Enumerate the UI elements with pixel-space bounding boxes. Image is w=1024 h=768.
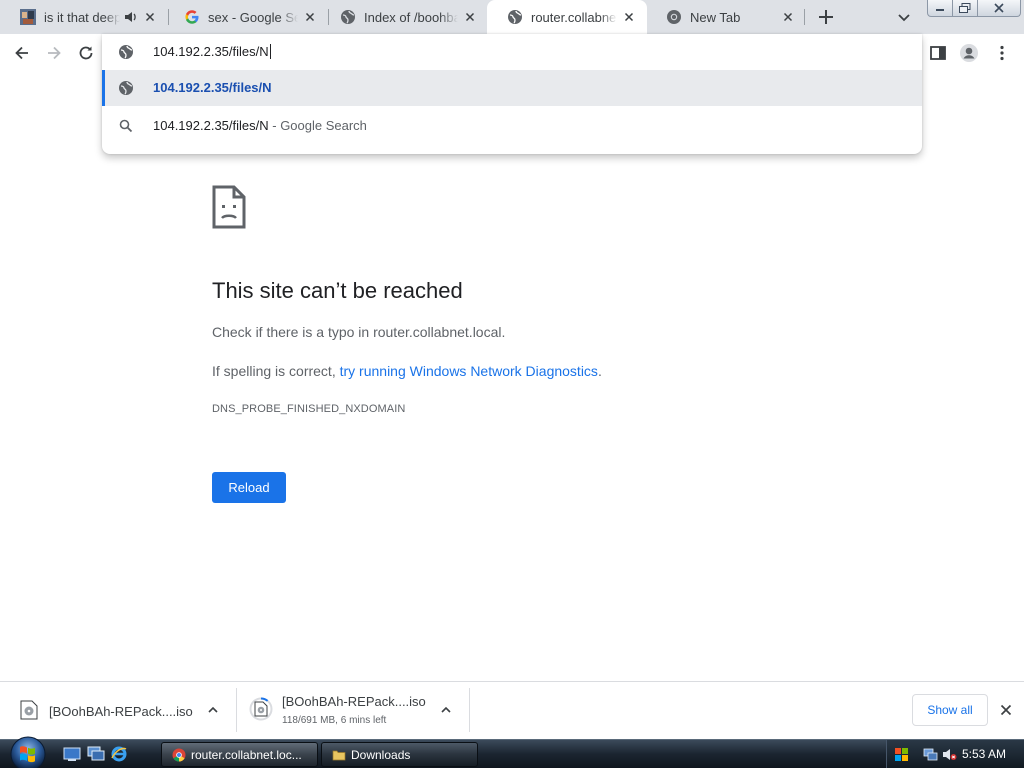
sad-document-icon xyxy=(212,185,246,229)
profile-avatar-icon[interactable] xyxy=(959,43,979,63)
network-icon[interactable] xyxy=(923,747,938,762)
network-diagnostics-link[interactable]: try running Windows Network Diagnostics xyxy=(340,363,598,379)
selection-indicator xyxy=(102,70,105,106)
taskbar-button-label: router.collabnet.loc... xyxy=(191,747,302,762)
omnibox-suggestion-search[interactable]: 104.192.2.35/files/N - Google Search xyxy=(102,108,922,144)
suggestion-text: 104.192.2.35/files/N - Google Search xyxy=(153,118,367,133)
reload-button[interactable]: Reload xyxy=(212,472,286,503)
tab-google-search[interactable]: sex - Google Search xyxy=(164,0,328,34)
hint-prefix: If spelling is correct, xyxy=(212,363,340,379)
close-tab-icon[interactable] xyxy=(302,9,318,25)
chrome-icon xyxy=(667,10,681,24)
close-tab-icon[interactable] xyxy=(621,9,637,25)
download-separator xyxy=(469,688,470,732)
tab-new-tab[interactable]: New Tab xyxy=(646,0,806,34)
side-panel-icon[interactable] xyxy=(928,43,948,63)
error-typo-hint: Check if there is a typo in router.colla… xyxy=(212,324,506,340)
tab-title: is it that deep xyxy=(44,9,120,25)
tab-separator xyxy=(804,9,805,25)
minimize-button[interactable] xyxy=(927,0,953,17)
iso-file-icon xyxy=(254,701,268,717)
close-icon xyxy=(994,3,1004,13)
show-desktop-icon[interactable] xyxy=(63,746,81,762)
suggestion-suffix: - Google Search xyxy=(268,118,367,133)
address-bar[interactable]: 104.192.2.35/files/N xyxy=(102,34,922,70)
tab-strip: is it that deep sex - Google Search Inde… xyxy=(0,0,1024,34)
close-tab-icon[interactable] xyxy=(462,9,478,25)
hint-suffix: . xyxy=(597,363,602,379)
windows-taskbar: router.collabnet.loc... Downloads 5:53 A… xyxy=(0,736,1024,768)
video-thumbnail-icon xyxy=(20,9,36,25)
address-bar-value: 104.192.2.35/files/N xyxy=(153,44,269,59)
tab-title: Index of /boohbah xyxy=(364,9,458,25)
tab-title: sex - Google Search xyxy=(208,9,298,25)
close-shelf-icon[interactable] xyxy=(998,702,1014,718)
speaker-icon[interactable] xyxy=(124,10,138,24)
iso-file-icon xyxy=(20,700,38,720)
kebab-menu-icon[interactable] xyxy=(992,43,1012,63)
tab-router-collabnet[interactable]: router.collabnet.local xyxy=(487,0,647,34)
suggestion-text: 104.192.2.35/files/N xyxy=(153,80,272,95)
download-shelf: [BOohBAh-REPack....iso [BOohBAh-REPack..… xyxy=(0,681,1024,739)
tab-index-of-boohbah[interactable]: Index of /boohbah xyxy=(320,0,488,34)
download-filename: [BOohBAh-REPack....iso xyxy=(49,704,193,719)
tab-is-it-that-deep[interactable]: is it that deep xyxy=(0,0,168,34)
show-all-downloads-button[interactable]: Show all xyxy=(912,694,988,726)
back-arrow-icon[interactable] xyxy=(12,43,32,63)
globe-icon xyxy=(508,10,522,24)
taskbar-downloads-folder[interactable]: Downloads xyxy=(321,742,478,767)
close-tab-icon[interactable] xyxy=(142,9,158,25)
chrome-icon xyxy=(172,748,186,761)
error-diagnostics-hint: If spelling is correct, try running Wind… xyxy=(212,363,602,379)
window-controls xyxy=(927,0,1021,17)
omnibox-dropdown: 104.192.2.35/files/N 104.192.2.35/files/… xyxy=(102,34,922,154)
error-code: DNS_PROBE_FINISHED_NXDOMAIN xyxy=(212,403,406,415)
restore-button[interactable] xyxy=(953,0,978,17)
download-filename: [BOohBAh-REPack....iso xyxy=(282,694,426,709)
suggestion-query: 104.192.2.35/files/N xyxy=(153,118,269,133)
download-status: 118/691 MB, 6 mins left xyxy=(282,715,387,726)
chevron-down-icon[interactable] xyxy=(894,7,914,27)
reload-icon[interactable] xyxy=(76,43,96,63)
omnibox-suggestion-url[interactable]: 104.192.2.35/files/N xyxy=(102,70,922,106)
switch-windows-icon[interactable] xyxy=(87,746,105,762)
new-tab-plus-icon[interactable] xyxy=(814,5,838,29)
taskbar-chrome-window[interactable]: router.collabnet.loc... xyxy=(161,742,318,767)
start-orb-icon[interactable] xyxy=(8,734,48,768)
volume-muted-icon[interactable] xyxy=(942,747,957,762)
folder-icon xyxy=(332,750,346,760)
forward-arrow-icon[interactable] xyxy=(44,43,64,63)
search-icon xyxy=(119,119,133,133)
text-caret xyxy=(269,44,271,59)
error-heading: This site can’t be reached xyxy=(212,278,463,303)
download-item[interactable]: [BOohBAh-REPack....iso 118/691 MB, 6 min… xyxy=(237,682,469,739)
tab-title: New Tab xyxy=(690,9,741,25)
chevron-up-icon[interactable] xyxy=(439,703,453,717)
close-tab-icon[interactable] xyxy=(780,9,796,25)
minimize-icon xyxy=(936,9,944,11)
internet-explorer-icon[interactable] xyxy=(110,746,128,762)
download-item[interactable]: [BOohBAh-REPack....iso xyxy=(0,682,236,739)
chevron-up-icon[interactable] xyxy=(206,703,220,717)
taskbar-clock[interactable]: 5:53 AM xyxy=(962,747,1006,761)
address-bar-text[interactable]: 104.192.2.35/files/N xyxy=(153,44,271,59)
globe-icon xyxy=(341,10,355,24)
taskbar-button-label: Downloads xyxy=(351,747,411,762)
tab-title: router.collabnet.local xyxy=(531,9,617,25)
globe-icon xyxy=(119,81,133,95)
globe-icon xyxy=(119,45,133,59)
google-icon xyxy=(185,10,199,24)
windows-update-icon[interactable] xyxy=(894,747,909,762)
restore-icon xyxy=(959,3,971,13)
window-close-button[interactable] xyxy=(978,0,1021,17)
